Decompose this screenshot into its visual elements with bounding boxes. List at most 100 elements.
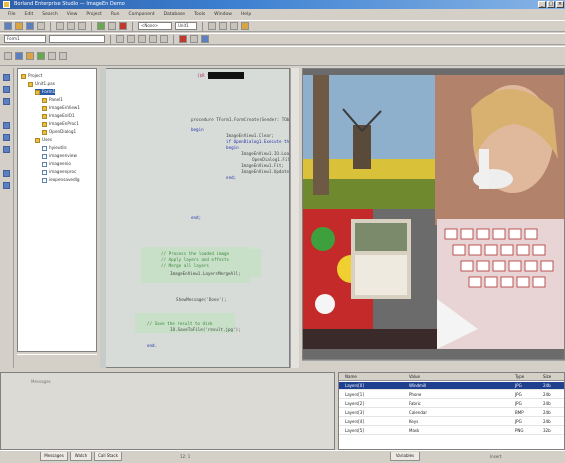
image-tool-button[interactable] [26,52,34,60]
menu-item-tools[interactable]: Tools [194,10,205,19]
code-line[interactable]: ImageEnView1.Fit; [231,163,284,168]
todo-icon[interactable] [3,182,10,189]
toggle-form-button[interactable] [230,22,238,30]
tree-item[interactable]: ImageEnIO1 [42,113,75,119]
breakpoint-icon[interactable] [3,134,10,141]
tree-item[interactable]: imageenview [42,153,77,159]
table-row[interactable]: Layers[4] Keys JPG 24b [339,418,564,426]
run-button[interactable] [97,22,105,30]
menu-item-edit[interactable]: Edit [25,10,34,19]
menu-item-component[interactable]: Component [128,10,154,19]
save-button[interactable] [26,22,34,30]
open-file-button[interactable] [15,22,23,30]
tab-call-stack[interactable]: Call Stack [94,452,122,461]
code-line[interactable]: ImageEnView1.Update; [231,169,289,174]
tree-item[interactable]: ImageEnProc1 [42,121,79,127]
tree-item[interactable]: ImageEnView1 [42,105,80,111]
align-bottom-button[interactable] [160,35,168,43]
stop-button[interactable] [119,22,127,30]
object-inspector-icon[interactable] [3,86,10,93]
new-file-button[interactable] [4,22,12,30]
code-line[interactable]: end; [191,215,201,220]
table-row[interactable]: Layers[3] Calendar BMP 24b [339,409,564,417]
code-line[interactable]: procedure TForm1.FormCreate(Sender: TObj… [191,117,289,122]
send-to-back-button[interactable] [190,35,198,43]
code-line[interactable]: end; [221,175,236,180]
menu-item-search[interactable]: Search [42,10,57,19]
grid-col-size[interactable]: Size [543,373,551,381]
tree-item[interactable]: Unit1.pas [28,81,55,87]
watch-icon[interactable] [3,146,10,153]
code-line[interactable]: // Merge all layers [161,263,209,268]
code-line[interactable]: ShowMessage('Done'); [171,297,226,302]
unit-combo[interactable]: Unit1 [175,22,197,30]
component-palette-button[interactable] [241,22,249,30]
grid-col-value[interactable]: Value [409,373,420,381]
close-button[interactable]: × [556,1,564,8]
code-vertical-scrollbar[interactable] [290,68,299,368]
table-row[interactable]: Layers[5] Mask PNG 32b [339,427,564,435]
structure-icon[interactable] [3,98,10,105]
table-row[interactable]: Layers[0] Windmill JPG 24b [339,382,564,390]
tree-item[interactable]: Project [21,73,42,79]
code-line[interactable]: // Save the result to disk [147,321,213,326]
label-tool-button[interactable] [59,52,67,60]
tree-item[interactable]: hyieutils [42,145,67,151]
code-line[interactable]: OpenDialog1.FileName); [237,157,289,162]
copy-button[interactable] [67,22,75,30]
align-top-button[interactable] [149,35,157,43]
save-all-button[interactable] [37,22,45,30]
grid-toggle-button[interactable] [201,35,209,43]
menu-item-window[interactable]: Window [214,10,232,19]
grid-col-type[interactable]: Type [515,373,524,381]
step-over-button[interactable] [208,22,216,30]
grid-col-name[interactable]: Name [345,373,357,381]
tree-item[interactable]: imageenproc [42,169,76,175]
pause-button[interactable] [108,22,116,30]
tree-item[interactable]: Form1 [35,89,56,95]
tab-variables[interactable]: Variables [390,452,420,461]
menu-item-database[interactable]: Database [164,10,185,19]
align-center-button[interactable] [127,35,135,43]
code-line[interactable]: begin [191,127,204,132]
code-line[interactable]: // Apply layers and effects [161,257,229,262]
paste-button[interactable] [78,22,86,30]
minimize-button[interactable]: _ [538,1,546,8]
image-view-window[interactable] [302,68,565,360]
tree-item[interactable]: imageenio [42,161,71,167]
code-line[interactable]: ImageEnView1.Clear; [221,133,274,138]
code-line[interactable]: // Process the loaded image [161,251,229,256]
code-line[interactable]: if OpenDialog1.Execute then [221,139,289,144]
tree-item[interactable]: ieopensavedlg [42,177,79,183]
edit-tool-button[interactable] [48,52,56,60]
form-combo[interactable]: Form1 [4,35,46,43]
maximize-button[interactable]: □ [547,1,555,8]
menu-item-project[interactable]: Project [86,10,101,19]
panel-tool-button[interactable] [15,52,23,60]
menu-item-view[interactable]: View [67,10,78,19]
align-left-button[interactable] [116,35,124,43]
button-tool-button[interactable] [37,52,45,60]
code-editor[interactable]: {$R *.dfm}procedure TForm1.FormCreate(Se… [100,68,290,368]
table-row[interactable]: Layers[2] Fabric JPG 24b [339,400,564,408]
code-line[interactable]: IO.SaveToFile('result.jpg'); [165,327,241,332]
pointer-tool-button[interactable] [4,52,12,60]
menu-item-help[interactable]: Help [241,10,251,19]
tree-item[interactable]: Panel1 [42,97,63,103]
bring-to-front-button[interactable] [179,35,187,43]
tab-messages[interactable]: Messages [40,452,68,461]
tree-item[interactable]: OpenDialog1 [42,129,76,135]
trace-into-button[interactable] [219,22,227,30]
menu-item-run[interactable]: Run [111,10,120,19]
code-line[interactable]: end. [147,343,157,348]
align-right-button[interactable] [138,35,146,43]
cut-button[interactable] [56,22,64,30]
code-line[interactable]: ImageEnView1.IO.LoadFromFile( [231,151,289,156]
code-line[interactable]: begin [221,145,239,150]
menu-item-file[interactable]: File [8,10,16,19]
history-icon[interactable] [3,170,10,177]
tab-watch[interactable]: Watch [70,452,92,461]
project-manager-icon[interactable] [3,74,10,81]
bookmark-icon[interactable] [3,122,10,129]
object-combo[interactable] [49,35,105,43]
